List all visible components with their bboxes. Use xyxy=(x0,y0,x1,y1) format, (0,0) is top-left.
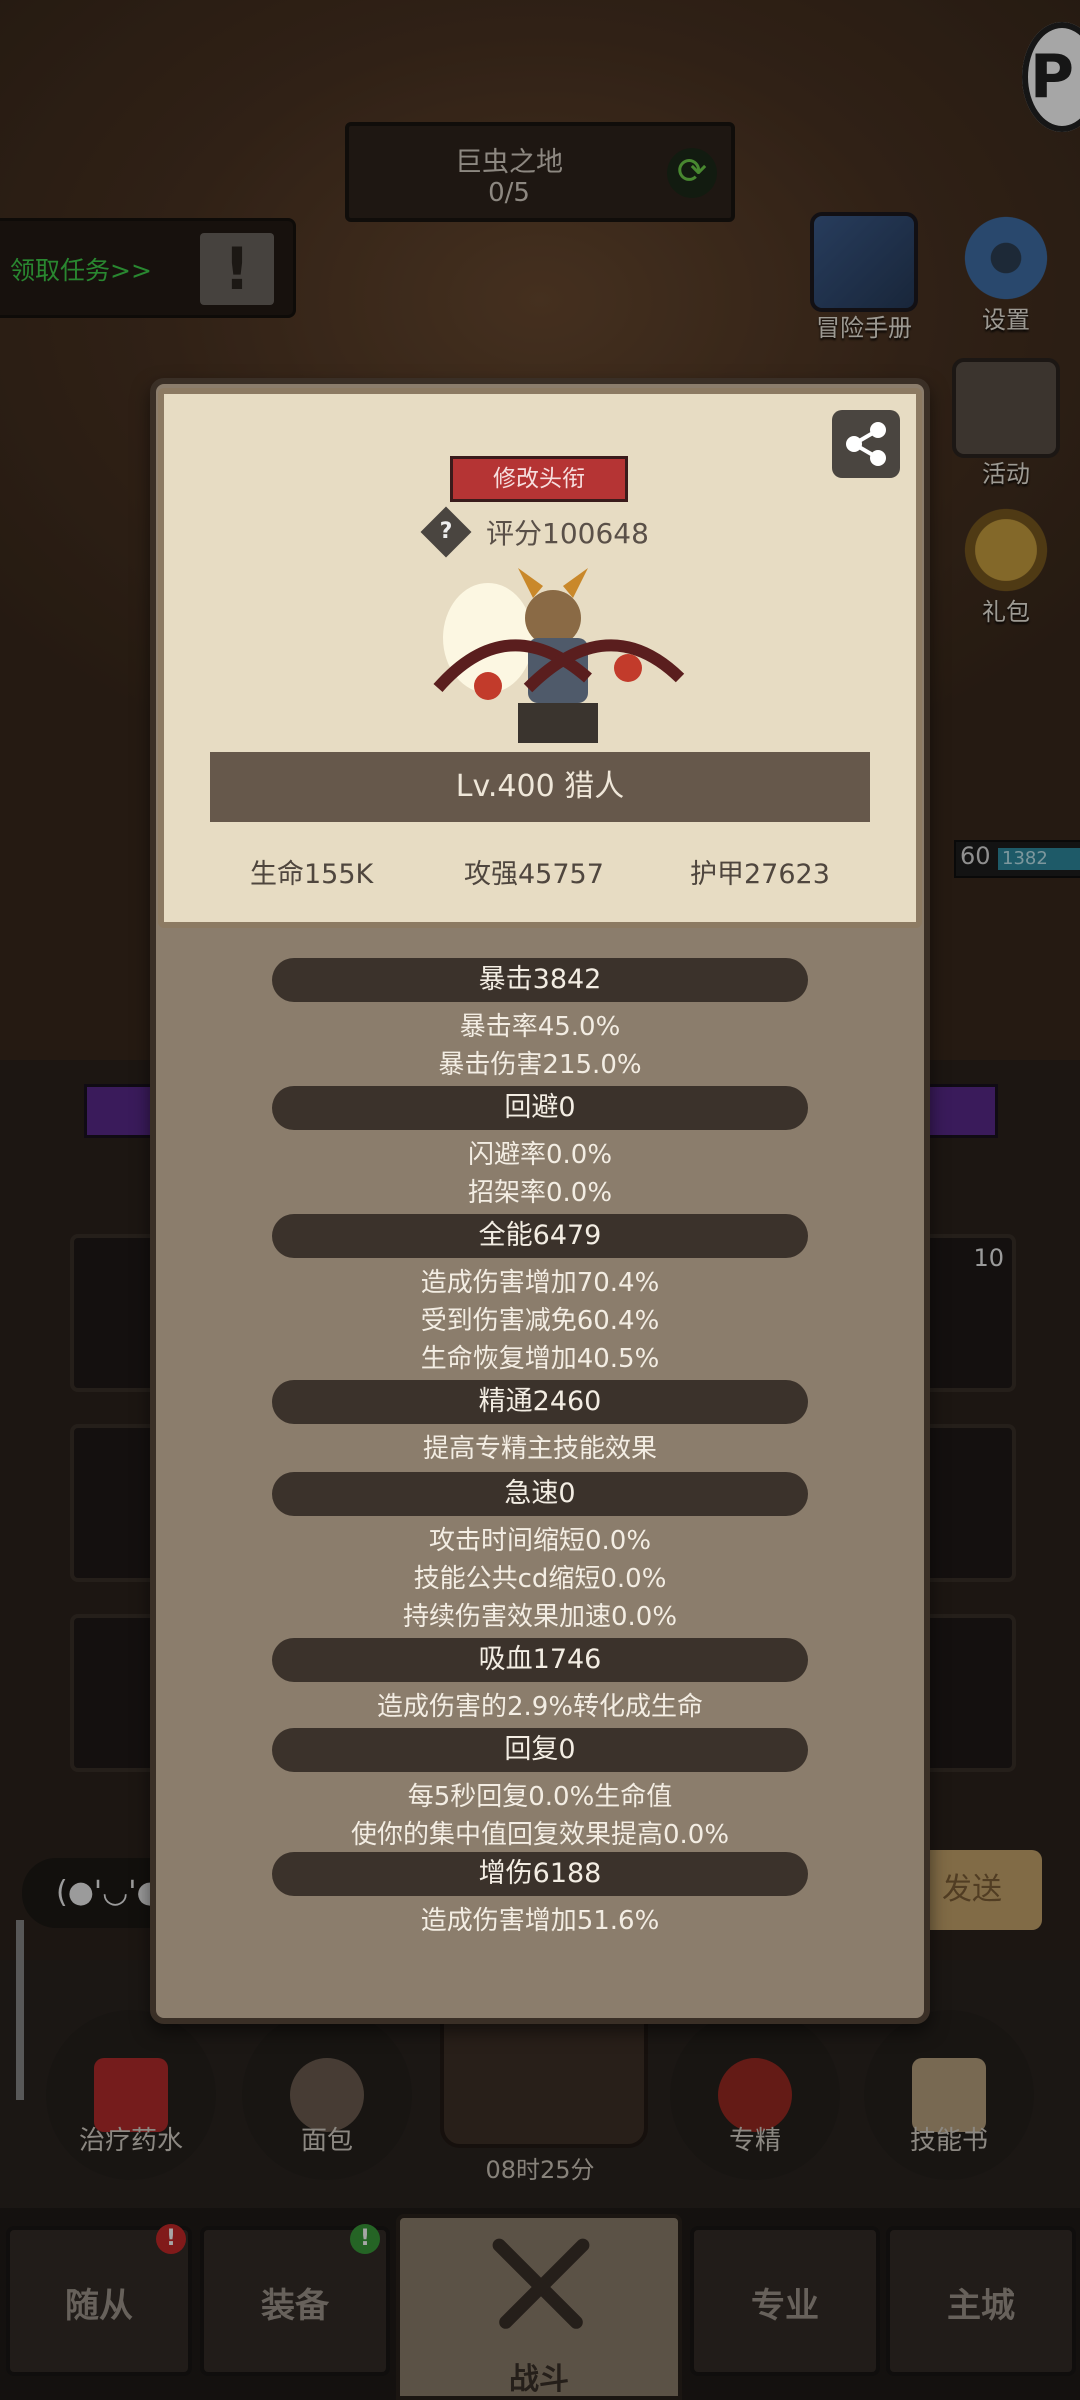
stat-line: 持续伤害效果加速0.0% xyxy=(402,1602,678,1632)
stat-line: 提高专精主技能效果 xyxy=(422,1434,657,1464)
score: 评分100648 xyxy=(486,517,649,550)
stat-header-haste: 急速0 xyxy=(272,1472,808,1516)
share-button[interactable] xyxy=(832,410,900,478)
question-icon: ? xyxy=(439,519,453,544)
hp-stat: 生命155K xyxy=(250,859,374,890)
stat-header-avoidance: 回避0 xyxy=(272,1086,808,1130)
edit-title-button[interactable]: 修改头衔 xyxy=(450,456,628,502)
stat-line: 受到伤害减免60.4% xyxy=(420,1306,660,1336)
stat-header-lifesteal: 吸血1746 xyxy=(272,1638,808,1682)
stat-line: 招架率0.0% xyxy=(467,1178,613,1208)
stat-header-regen: 回复0 xyxy=(272,1728,808,1772)
hunter-avatar xyxy=(433,568,685,743)
stat-line: 生命恢复增加40.5% xyxy=(420,1344,660,1374)
stat-header-versatility: 全能6479 xyxy=(272,1214,808,1258)
stat-line: 造成伤害的2.9%转化成生命 xyxy=(376,1692,704,1722)
attack-stat: 攻强45757 xyxy=(464,859,604,890)
stat-line: 每5秒回复0.0%生命值 xyxy=(407,1782,673,1812)
stat-line: 闪避率0.0% xyxy=(467,1140,613,1170)
stat-line: 暴击伤害215.0% xyxy=(438,1050,642,1080)
share-icon xyxy=(846,422,886,466)
level-class: Lv.400 猎人 xyxy=(455,769,625,804)
stat-line: 暴击率45.0% xyxy=(459,1012,621,1042)
stat-line: 造成伤害增加51.6% xyxy=(420,1906,660,1936)
stat-line: 造成伤害增加70.4% xyxy=(420,1268,660,1298)
stat-header-crit: 暴击3842 xyxy=(272,958,808,1002)
stat-line: 攻击时间缩短0.0% xyxy=(428,1526,652,1556)
stat-line: 使你的集中值回复效果提高0.0% xyxy=(350,1820,730,1850)
stat-header-damage-bonus: 增伤6188 xyxy=(272,1852,808,1896)
armor-stat: 护甲27623 xyxy=(690,859,830,890)
stat-header-mastery: 精通2460 xyxy=(272,1380,808,1424)
stat-line: 技能公共cd缩短0.0% xyxy=(413,1564,667,1594)
